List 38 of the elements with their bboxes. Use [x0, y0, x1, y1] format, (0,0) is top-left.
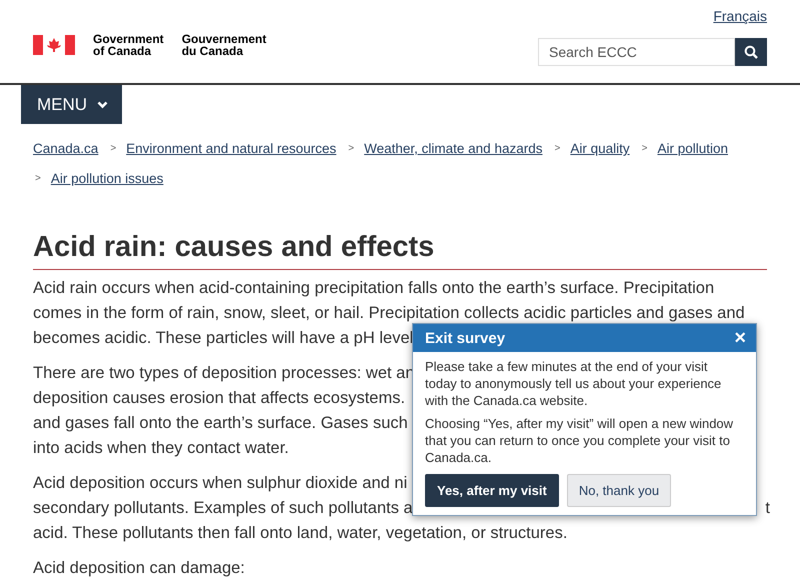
body-text: deposition causes erosion that affects ecosystems.: [33, 388, 406, 409]
search-icon: [744, 45, 758, 59]
breadcrumb-separator: >: [35, 172, 41, 186]
breadcrumb-link[interactable]: Air pollution issues: [50, 168, 164, 189]
body-text: Acid deposition occurs when sulphur dioxide and ni: [33, 473, 408, 494]
search-field[interactable]: Search ECCC: [538, 38, 735, 66]
decline-button[interactable]: No, thank you: [566, 474, 672, 507]
breadcrumb-link[interactable]: Environment and natural resources: [126, 138, 336, 159]
accept-button[interactable]: Yes, after my visit: [425, 474, 559, 507]
menu-button[interactable]: MENU: [21, 85, 122, 124]
body-text: comes in the form of rain, snow, sleet, or hail. Precipitation collects acidic particles and gases and: [33, 303, 745, 324]
breadcrumb-link[interactable]: Canada.ca: [33, 138, 98, 159]
page-title: Acid rain: causes and effects: [33, 229, 767, 270]
body-text: acid. These pollutants then fall onto land, water, vegetation, or structures.: [33, 523, 568, 544]
body-text: Acid deposition can damage:: [33, 558, 245, 579]
search-button[interactable]: [735, 38, 767, 66]
government-name-english: Government of Canada: [93, 33, 164, 57]
chevron-down-icon: [97, 100, 108, 108]
dialog-text: Choosing “Yes, after my visit” will open a new window that you can return to once you complete your visit to Canada.ca.: [425, 415, 734, 466]
canada-flag-icon: [33, 35, 75, 55]
body-text: secondary pollutants. Examples of such pollutants a: [33, 498, 413, 519]
government-name-french: Gouvernement du Canada: [182, 33, 266, 57]
breadcrumb-link[interactable]: Weather, climate and hazards: [364, 138, 542, 159]
breadcrumb-separator: >: [642, 142, 648, 156]
close-button[interactable]: ×: [734, 328, 746, 348]
body-text: t: [765, 498, 770, 519]
body-text: and gases fall onto the earth’s surface. Gases such: [33, 413, 408, 434]
breadcrumb-separator: >: [554, 142, 560, 156]
body-text: into acids when they contact water.: [33, 438, 289, 459]
breadcrumb-link[interactable]: Air quality: [570, 138, 630, 159]
breadcrumb-separator: >: [348, 142, 354, 156]
body-text: becomes acidic. These particles will have a pH level: [33, 328, 414, 349]
breadcrumb-separator: >: [110, 142, 116, 156]
dialog-title: Exit survey: [425, 330, 506, 346]
body-text: Acid rain occurs when acid-containing precipitation falls onto the earth’s surface. Precipitation: [33, 278, 714, 299]
language-link[interactable]: Français: [713, 8, 767, 24]
dialog-text: Please take a few minutes at the end of your visit today to anonymously tell us about your experience with the Canada.ca website.: [425, 358, 722, 409]
breadcrumb-link[interactable]: Air pollution: [657, 138, 728, 159]
